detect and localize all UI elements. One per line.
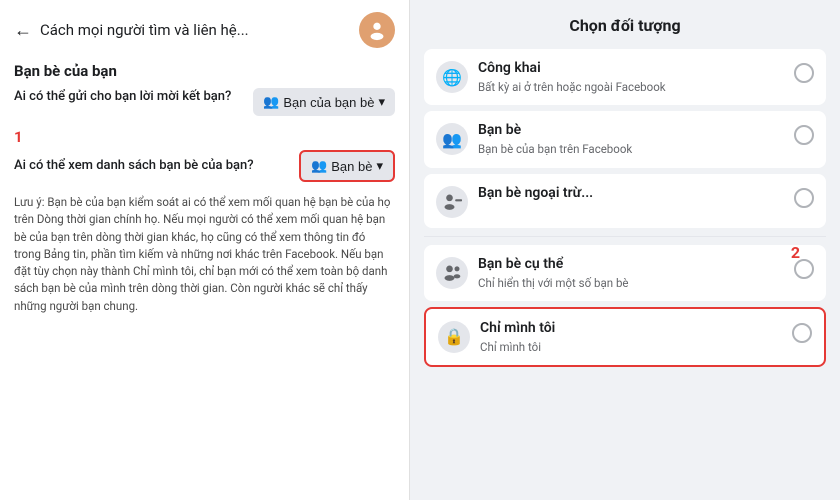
section-title-friends: Bạn bè của bạn	[14, 62, 395, 80]
header-bar: ← Cách mọi người tìm và liên hệ...	[14, 12, 395, 48]
option-friends-except[interactable]: Bạn bè ngoại trừ...	[424, 174, 826, 228]
setting-row-friend-request: Ai có thể gửi cho bạn lời mời kết bạn? 👥…	[14, 88, 395, 116]
friends-list-dropdown[interactable]: 👥 Bạn bè ▾	[299, 150, 395, 182]
row1-btn-label: Bạn của bạn bè	[283, 95, 374, 110]
friends-icon-opt: 👥	[436, 123, 468, 155]
option-specific-friends-title: Bạn bè cụ thể	[478, 255, 794, 273]
friends-of-friends-icon: 👥	[263, 94, 279, 110]
back-arrow-icon[interactable]: ←	[14, 20, 32, 41]
chevron-down-icon: ▾	[378, 94, 385, 110]
option-friends-except-text: Bạn bè ngoại trừ...	[478, 184, 794, 202]
option-only-me-text: Chỉ mình tôi Chỉ mình tôi	[480, 319, 792, 355]
specific-friends-icon	[436, 257, 468, 289]
left-panel: ← Cách mọi người tìm và liên hệ... Bạn b…	[0, 0, 410, 500]
option-public[interactable]: 🌐 Công khai Bất kỳ ai ở trên hoặc ngoài …	[424, 49, 826, 105]
option-friends-desc: Bạn bè của bạn trên Facebook	[478, 141, 794, 157]
option-specific-friends-text: Bạn bè cụ thể Chỉ hiển thị với một số bạ…	[478, 255, 794, 291]
panel-title: Chọn đối tượng	[424, 16, 826, 35]
radio-friends-except[interactable]	[794, 188, 814, 208]
row2-label: Ai có thể xem danh sách bạn bè của bạn?	[14, 157, 299, 175]
option-friends-title: Bạn bè	[478, 121, 794, 139]
option-public-desc: Bất kỳ ai ở trên hoặc ngoài Facebook	[478, 79, 794, 95]
radio-public[interactable]	[794, 63, 814, 83]
avatar[interactable]	[359, 12, 395, 48]
friends-icon: 👥	[311, 158, 327, 174]
header-title: Cách mọi người tìm và liên hệ...	[40, 21, 359, 39]
chevron-down-icon-2: ▾	[376, 158, 383, 174]
friend-request-dropdown[interactable]: 👥 Bạn của bạn bè ▾	[253, 88, 395, 116]
option-specific-friends-desc: Chỉ hiển thị với một số bạn bè	[478, 275, 794, 291]
option-friends[interactable]: 👥 Bạn bè Bạn bè của bạn trên Facebook	[424, 111, 826, 167]
friends-except-icon	[436, 186, 468, 218]
radio-only-me[interactable]	[792, 323, 812, 343]
option-only-me[interactable]: 🔒 Chỉ mình tôi Chỉ mình tôi	[424, 307, 826, 367]
option-only-me-title: Chỉ mình tôi	[480, 319, 792, 337]
option-friends-text: Bạn bè Bạn bè của bạn trên Facebook	[478, 121, 794, 157]
radio-specific-friends[interactable]	[794, 259, 814, 279]
option-only-me-desc: Chỉ mình tôi	[480, 339, 792, 355]
friends-list-description: Lưu ý: Bạn bè của bạn kiểm soát ai có th…	[14, 194, 395, 315]
divider	[424, 236, 826, 237]
row2-btn-label: Bạn bè	[331, 159, 372, 174]
globe-icon: 🌐	[436, 61, 468, 93]
option-specific-friends[interactable]: Bạn bè cụ thể Chỉ hiển thị với một số bạ…	[424, 245, 826, 301]
option-public-title: Công khai	[478, 59, 794, 77]
right-panel: Chọn đối tượng 🌐 Công khai Bất kỳ ai ở t…	[410, 0, 840, 500]
option-public-text: Công khai Bất kỳ ai ở trên hoặc ngoài Fa…	[478, 59, 794, 95]
row1-label: Ai có thể gửi cho bạn lời mời kết bạn?	[14, 88, 253, 106]
step-badge-2: 2	[791, 243, 800, 262]
radio-friends[interactable]	[794, 125, 814, 145]
option-friends-except-title: Bạn bè ngoại trừ...	[478, 184, 794, 202]
step-badge-1: 1	[14, 128, 23, 146]
setting-row-friends-list: Ai có thể xem danh sách bạn bè của bạn? …	[14, 150, 395, 182]
lock-icon: 🔒	[438, 321, 470, 353]
